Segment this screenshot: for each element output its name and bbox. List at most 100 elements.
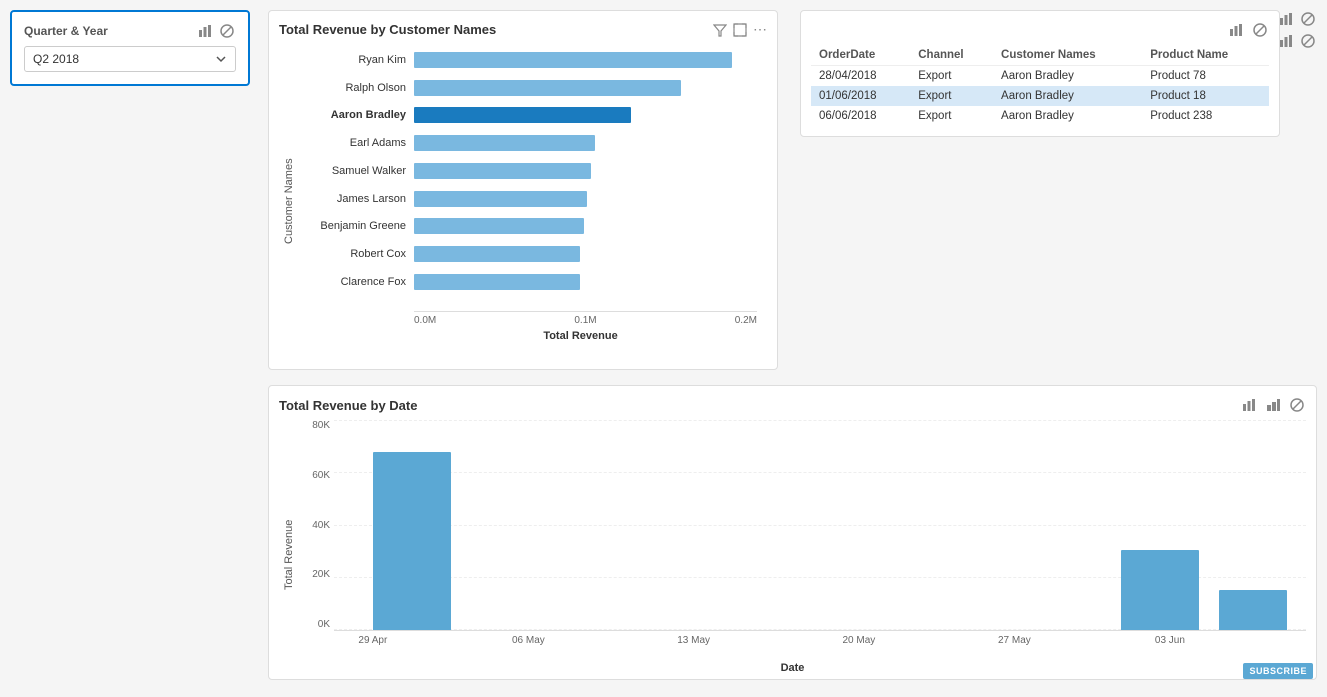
bar-row[interactable]: Ralph Olson bbox=[299, 77, 757, 99]
bars-container: Ryan Kim Ralph Olson Aaron Bradley Earl Ada… bbox=[299, 46, 767, 296]
table-cell-product: Product 18 bbox=[1142, 86, 1269, 106]
bar-chart-x-label: Total Revenue bbox=[279, 330, 767, 342]
bar bbox=[414, 163, 591, 179]
col-product: Product Name bbox=[1142, 45, 1269, 66]
x-tick-2: 0.2M bbox=[735, 315, 757, 326]
filter-card-icons bbox=[196, 22, 236, 40]
table-row[interactable]: 28/04/2018ExportAaron BradleyProduct 78 bbox=[811, 66, 1269, 87]
bar-row[interactable]: Benjamin Greene bbox=[299, 215, 757, 237]
filter-card-header: Quarter & Year bbox=[24, 22, 236, 40]
bar-wrapper bbox=[414, 77, 757, 99]
bar bbox=[414, 80, 681, 96]
block-icon-tr1[interactable] bbox=[1299, 10, 1317, 28]
table-cell-product: Product 78 bbox=[1142, 66, 1269, 87]
col-orderdate: OrderDate bbox=[811, 45, 910, 66]
filter-icon[interactable] bbox=[713, 23, 727, 37]
grid-line-80k bbox=[334, 420, 1306, 421]
table-cell-channel: Export bbox=[910, 86, 993, 106]
bar bbox=[414, 218, 584, 234]
bar-row[interactable]: Samuel Walker bbox=[299, 160, 757, 182]
table-cell-orderDate: 28/04/2018 bbox=[811, 66, 910, 87]
bar-row[interactable]: James Larson bbox=[299, 188, 757, 210]
bottom-y-label: Total Revenue bbox=[279, 420, 299, 660]
bar-chart-y-label: Customer Names bbox=[279, 46, 299, 326]
y-tick-60k: 60K bbox=[312, 470, 330, 481]
y-tick-0k: 0K bbox=[318, 619, 330, 630]
table-cell-customer: Aaron Bradley bbox=[993, 66, 1142, 87]
table-row[interactable]: 01/06/2018ExportAaron BradleyProduct 18 bbox=[811, 86, 1269, 106]
data-table: OrderDate Channel Customer Names Product… bbox=[811, 45, 1269, 126]
bar-row[interactable]: Clarence Fox bbox=[299, 271, 757, 293]
x-tick-0: 29 Apr bbox=[358, 635, 387, 646]
bar-row[interactable]: Robert Cox bbox=[299, 243, 757, 265]
bar-row[interactable]: Ryan Kim bbox=[299, 49, 757, 71]
table-cell-channel: Export bbox=[910, 106, 993, 126]
dropdown-value: Q2 2018 bbox=[33, 52, 79, 66]
bar bbox=[414, 274, 580, 290]
top-right-icons bbox=[1277, 10, 1317, 50]
bar-label: Ralph Olson bbox=[299, 82, 414, 94]
bar-chart-icon-table[interactable] bbox=[1227, 21, 1245, 39]
bar bbox=[414, 246, 580, 262]
bar-wrapper bbox=[414, 160, 757, 182]
bar-label: Aaron Bradley bbox=[299, 109, 414, 121]
table-header-icons bbox=[811, 21, 1269, 39]
block-icon-bottom[interactable] bbox=[1288, 396, 1306, 414]
bottom-bar bbox=[373, 452, 451, 630]
bar-chart-title: Total Revenue by Customer Names bbox=[279, 22, 496, 37]
bottom-bar bbox=[1121, 550, 1199, 630]
bar-wrapper bbox=[414, 132, 757, 154]
bottom-chart-card: Total Revenue by Date bbox=[268, 385, 1317, 680]
grid-line-60k bbox=[334, 472, 1306, 473]
bottom-chart-header: Total Revenue by Date bbox=[279, 396, 1306, 414]
expand-icon[interactable] bbox=[733, 23, 747, 37]
bar-wrapper bbox=[414, 104, 757, 126]
bar-chart-icon[interactable] bbox=[196, 22, 214, 40]
subscribe-button[interactable]: SUBSCRIBE bbox=[1243, 663, 1313, 679]
x-tick-1: 06 May bbox=[512, 635, 545, 646]
bar-chart-icon-bottom2[interactable] bbox=[1264, 396, 1282, 414]
chevron-down-icon bbox=[215, 53, 227, 65]
bar-label: Samuel Walker bbox=[299, 165, 414, 177]
bar-row[interactable]: Aaron Bradley bbox=[299, 104, 757, 126]
filter-title: Quarter & Year bbox=[24, 24, 108, 38]
filter-card: Quarter & Year Q2 2018 bbox=[10, 10, 250, 86]
table-cell-channel: Export bbox=[910, 66, 993, 87]
grid-line-40k bbox=[334, 525, 1306, 526]
bar-row[interactable]: Earl Adams bbox=[299, 132, 757, 154]
table-card: OrderDate Channel Customer Names Product… bbox=[800, 10, 1280, 137]
x-axis: 0.0M 0.1M 0.2M bbox=[414, 311, 757, 326]
x-tick-3: 20 May bbox=[842, 635, 875, 646]
bar-wrapper bbox=[414, 215, 757, 237]
bar bbox=[414, 107, 631, 123]
table-cell-customer: Aaron Bradley bbox=[993, 86, 1142, 106]
dashboard: Quarter & Year Q2 2018 bbox=[0, 0, 1327, 697]
more-icon[interactable]: ⋯ bbox=[753, 21, 767, 38]
bar-chart-header: Total Revenue by Customer Names ⋯ bbox=[279, 21, 767, 38]
quarter-year-dropdown[interactable]: Q2 2018 bbox=[24, 46, 236, 72]
table-row[interactable]: 06/06/2018ExportAaron BradleyProduct 238 bbox=[811, 106, 1269, 126]
bar-wrapper bbox=[414, 271, 757, 293]
bar-chart-card: Total Revenue by Customer Names ⋯ Custom… bbox=[268, 10, 778, 370]
icon-row-2 bbox=[1277, 32, 1317, 50]
x-tick-4: 27 May bbox=[998, 635, 1031, 646]
table-cell-customer: Aaron Bradley bbox=[993, 106, 1142, 126]
bar-chart-area: Customer Names Ryan Kim Ralph Olson Aaron … bbox=[279, 46, 767, 326]
bottom-x-title: Date bbox=[279, 662, 1306, 674]
bar-chart-icon-bottom1[interactable] bbox=[1240, 396, 1258, 414]
bar bbox=[414, 135, 595, 151]
col-customer: Customer Names bbox=[993, 45, 1142, 66]
bottom-chart-icons bbox=[1240, 396, 1306, 414]
block-icon[interactable] bbox=[218, 22, 236, 40]
table-cell-orderDate: 06/06/2018 bbox=[811, 106, 910, 126]
table-cell-product: Product 238 bbox=[1142, 106, 1269, 126]
bar bbox=[414, 52, 732, 68]
x-tick-1: 0.1M bbox=[574, 315, 596, 326]
bottom-chart-inner: Total Revenue 80K 60K 40K 20K 0K 29 Apr0… bbox=[279, 420, 1306, 660]
bar bbox=[414, 191, 587, 207]
block-icon-table[interactable] bbox=[1251, 21, 1269, 39]
bottom-chart-title: Total Revenue by Date bbox=[279, 398, 417, 413]
x-axis-bottom: 29 Apr06 May13 May20 May27 May03 Jun bbox=[334, 630, 1306, 660]
table-header-row: OrderDate Channel Customer Names Product… bbox=[811, 45, 1269, 66]
block-icon-tr2[interactable] bbox=[1299, 32, 1317, 50]
